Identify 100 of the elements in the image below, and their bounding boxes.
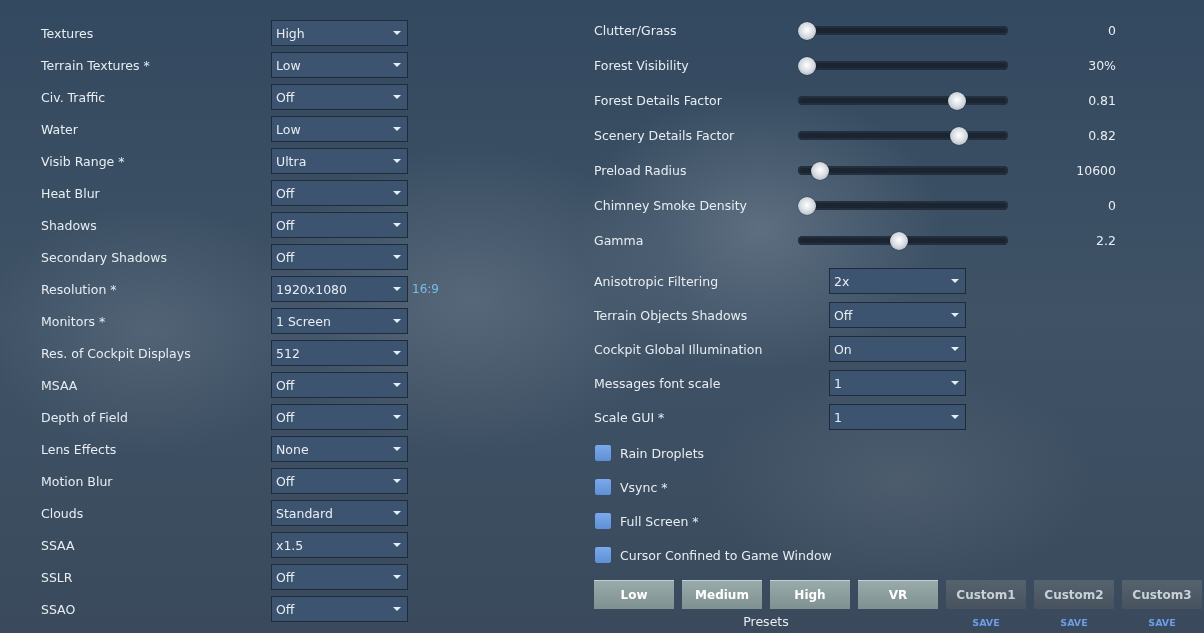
- setting-dropdown[interactable]: Off: [271, 180, 408, 206]
- checkbox-label: Cursor Confined to Game Window: [620, 547, 832, 563]
- slider-value: 0.81: [1087, 93, 1116, 108]
- caret-icon: [393, 543, 401, 547]
- setting-label: Anisotropic Filtering: [594, 273, 720, 289]
- setting-label: Messages font scale: [594, 375, 722, 391]
- slider[interactable]: [798, 126, 1008, 145]
- caret-icon: [393, 607, 401, 611]
- setting-dropdown[interactable]: Off: [271, 468, 408, 494]
- caret-icon: [951, 313, 959, 317]
- caret-icon: [393, 575, 401, 579]
- checkbox-label: Full Screen *: [620, 513, 699, 529]
- setting-label: Secondary Shadows: [41, 249, 168, 265]
- caret-icon: [393, 383, 401, 387]
- setting-dropdown[interactable]: Standard: [271, 500, 408, 526]
- caret-icon: [951, 347, 959, 351]
- setting-dropdown[interactable]: 1920x1080: [271, 276, 408, 302]
- checkbox[interactable]: [595, 547, 611, 563]
- setting-dropdown[interactable]: Off: [271, 212, 408, 238]
- caret-icon: [393, 63, 401, 67]
- setting-label: Civ. Traffic: [41, 89, 107, 105]
- setting-label: SSAA: [41, 537, 76, 553]
- slider-label: Preload Radius: [594, 163, 688, 178]
- slider[interactable]: [798, 91, 1008, 110]
- slider[interactable]: [798, 161, 1008, 180]
- caret-icon: [393, 287, 401, 291]
- caret-icon: [393, 31, 401, 35]
- caret-icon: [393, 351, 401, 355]
- setting-dropdown[interactable]: Off: [271, 244, 408, 270]
- checkbox[interactable]: [595, 479, 611, 495]
- caret-icon: [393, 319, 401, 323]
- preset-button[interactable]: Custom3: [1122, 580, 1202, 609]
- setting-label: Depth of Field: [41, 409, 129, 425]
- setting-dropdown[interactable]: Off: [271, 564, 408, 590]
- slider-thumb[interactable]: [798, 21, 816, 40]
- caret-icon: [393, 191, 401, 195]
- setting-dropdown[interactable]: 1: [829, 404, 966, 430]
- slider-thumb[interactable]: [798, 56, 816, 75]
- setting-label: Clouds: [41, 505, 85, 521]
- setting-dropdown[interactable]: Ultra: [271, 148, 408, 174]
- setting-dropdown[interactable]: x1.5: [271, 532, 408, 558]
- setting-label: Visib Range *: [41, 153, 126, 169]
- caret-icon: [393, 159, 401, 163]
- setting-dropdown[interactable]: High: [271, 20, 408, 46]
- slider[interactable]: [798, 231, 1008, 250]
- slider[interactable]: [798, 196, 1008, 215]
- setting-label: Terrain Textures *: [41, 57, 151, 73]
- checkbox[interactable]: [595, 445, 611, 461]
- setting-dropdown[interactable]: Low: [271, 52, 408, 78]
- slider[interactable]: [798, 21, 1008, 40]
- checkbox[interactable]: [595, 513, 611, 529]
- slider[interactable]: [798, 56, 1008, 75]
- setting-dropdown[interactable]: Off: [271, 596, 408, 622]
- setting-label: Textures: [41, 25, 95, 41]
- preset-button[interactable]: Custom1: [946, 580, 1026, 609]
- slider-thumb[interactable]: [890, 231, 909, 250]
- setting-label: Water: [41, 121, 79, 137]
- caret-icon: [951, 381, 959, 385]
- slider-value: 0: [1107, 198, 1116, 213]
- aspect-ratio-label: 16:9: [412, 282, 439, 296]
- setting-label: Lens Effects: [41, 441, 118, 457]
- setting-label: Motion Blur: [41, 473, 114, 489]
- caret-icon: [393, 255, 401, 259]
- checkbox-label: Rain Droplets: [620, 445, 705, 461]
- setting-dropdown[interactable]: 1: [829, 370, 966, 396]
- setting-dropdown[interactable]: 1 Screen: [271, 308, 408, 334]
- setting-dropdown[interactable]: Off: [829, 302, 966, 328]
- slider-label: Gamma: [594, 233, 645, 248]
- setting-dropdown[interactable]: 2x: [829, 268, 966, 294]
- slider-thumb[interactable]: [947, 91, 966, 110]
- caret-icon: [393, 127, 401, 131]
- setting-label: Scale GUI *: [594, 409, 666, 425]
- setting-label: Shadows: [41, 217, 98, 233]
- setting-dropdown[interactable]: None: [271, 436, 408, 462]
- setting-label: Terrain Objects Shadows: [594, 307, 749, 323]
- setting-label: SSAO: [41, 601, 77, 617]
- setting-label: Resolution *: [41, 281, 118, 297]
- caret-icon: [951, 415, 959, 419]
- caret-icon: [393, 415, 401, 419]
- presets-caption: Presets: [742, 613, 790, 629]
- slider-value: 30%: [1087, 58, 1116, 73]
- slider-thumb[interactable]: [798, 196, 816, 215]
- slider-value: 0.82: [1087, 128, 1116, 143]
- preset-button[interactable]: Custom2: [1034, 580, 1114, 609]
- setting-dropdown[interactable]: Off: [271, 404, 408, 430]
- caret-icon: [393, 223, 401, 227]
- setting-label: MSAA: [41, 377, 79, 393]
- setting-dropdown[interactable]: On: [829, 336, 966, 362]
- slider-thumb[interactable]: [811, 161, 830, 180]
- caret-icon: [393, 447, 401, 451]
- setting-dropdown[interactable]: Off: [271, 372, 408, 398]
- setting-dropdown[interactable]: 512: [271, 340, 408, 366]
- slider-value: 10600: [1075, 163, 1116, 178]
- slider-label: Forest Details Factor: [594, 93, 723, 108]
- setting-dropdown[interactable]: Low: [271, 116, 408, 142]
- slider-thumb[interactable]: [949, 126, 968, 145]
- setting-dropdown[interactable]: Off: [271, 84, 408, 110]
- setting-label: Cockpit Global Illumination: [594, 341, 764, 357]
- caret-icon: [393, 479, 401, 483]
- slider-label: Clutter/Grass: [594, 23, 678, 38]
